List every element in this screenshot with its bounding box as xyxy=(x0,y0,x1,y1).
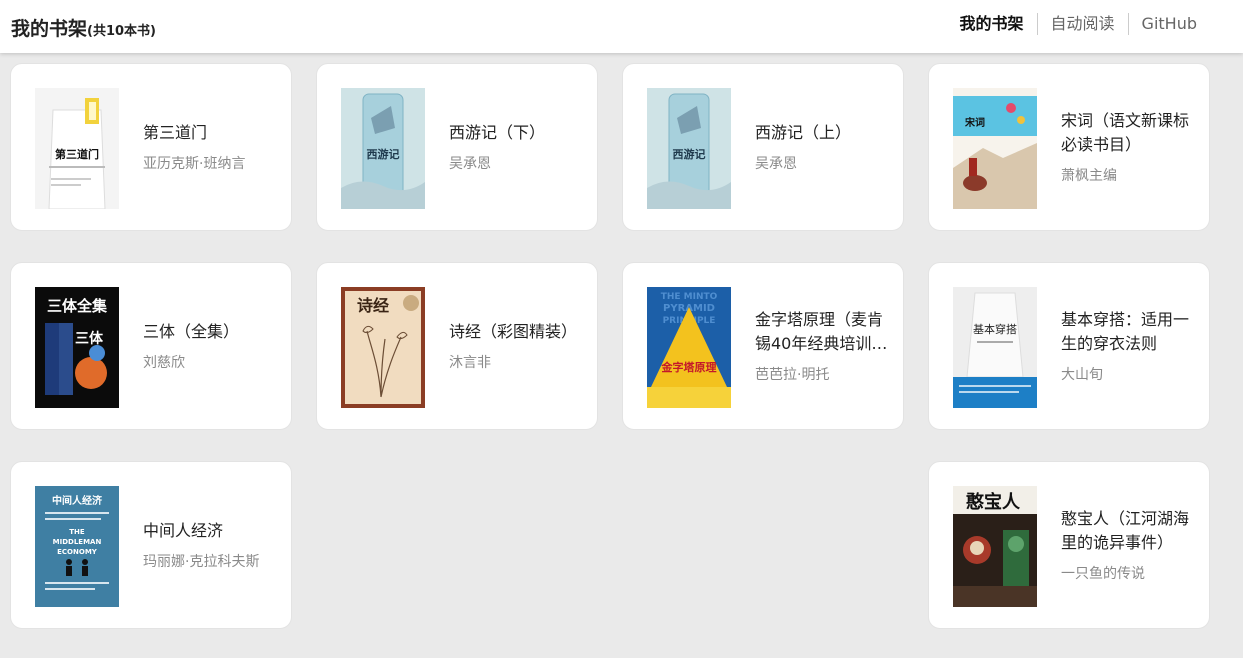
nav-github-link[interactable]: GitHub xyxy=(1127,13,1210,35)
journey-west-cover-icon[interactable]: 西游记 xyxy=(647,88,731,209)
nav-auto-read-link[interactable]: 自动阅读 xyxy=(1036,13,1128,35)
book-author: 刘慈欣 xyxy=(143,354,185,371)
book-title: 西游记（上） xyxy=(755,122,852,142)
book-title: 西游记（下） xyxy=(449,122,546,142)
cover-english-line1: THE MINTO xyxy=(661,292,718,302)
top-navbar: 我的书架(共10本书) 我的书架 自动阅读 GitHub xyxy=(0,0,1243,53)
book-author: 亚历克斯·班纳言 xyxy=(143,155,246,172)
page-title: 我的书架(共10本书) xyxy=(11,14,156,41)
book-title: 中间人经济 xyxy=(143,520,224,540)
book-title: 诗经（彩图精装） xyxy=(449,321,578,341)
book-author: 玛丽娜·克拉科夫斯 xyxy=(143,553,260,570)
book-card[interactable]: 三体全集 三体 三体（全集） 刘慈欣 xyxy=(10,262,292,430)
book-card[interactable]: 基本穿搭 基本穿搭：适用一生的穿衣法则 大山旬 xyxy=(928,262,1210,430)
book-author: 萧枫主编 xyxy=(1061,167,1117,184)
cover-title-text: 宋词 xyxy=(964,116,985,129)
cover-title-text: 西游记 xyxy=(673,147,706,161)
cover-english-line1: THE xyxy=(69,528,85,536)
third-door-cover-icon[interactable]: 第三道门 xyxy=(35,88,119,209)
book-card[interactable]: 西游记 西游记（下） 吴承恩 xyxy=(316,63,598,231)
book-card[interactable]: THE MINTO PYRAMID PRINCIPLE 金字塔原理 金字塔原理（… xyxy=(622,262,904,430)
cover-english-line2: MIDDLEMAN xyxy=(53,538,102,546)
cover-title-text: 三体全集 xyxy=(47,297,108,315)
book-title: 基本穿搭：适用一生的穿衣法则 xyxy=(1061,309,1190,353)
book-card[interactable]: 第三道门 第三道门 亚历克斯·班纳言 xyxy=(10,63,292,231)
book-card[interactable]: 憨宝人 憨宝人（江河湖海里的诡异事件） 一只鱼的传说 xyxy=(928,461,1210,629)
bookshelf-title: 我的书架 xyxy=(11,18,88,40)
cover-title-text: 憨宝人 xyxy=(966,491,1021,513)
book-title: 憨宝人（江河湖海里的诡异事件） xyxy=(1061,508,1190,552)
book-card[interactable]: 西游记 西游记（上） 吴承恩 xyxy=(622,63,904,231)
middleman-economy-cover-icon[interactable]: 中间人经济 THE MIDDLEMAN ECONOMY xyxy=(35,486,119,607)
cover-title-text: 中间人经济 xyxy=(52,494,103,507)
book-title: 三体（全集） xyxy=(143,321,240,341)
book-title: 金字塔原理（麦肯锡40年经典培训教材） xyxy=(755,309,888,353)
book-author: 吴承恩 xyxy=(755,155,797,172)
book-author: 芭芭拉·明托 xyxy=(755,366,830,383)
book-title: 第三道门 xyxy=(143,122,208,142)
journey-west-cover-icon[interactable]: 西游记 xyxy=(341,88,425,209)
cover-title-text: 第三道门 xyxy=(55,147,99,161)
book-card[interactable]: 诗经 诗经（彩图精装） 沐言非 xyxy=(316,262,598,430)
cover-title-text: 基本穿搭 xyxy=(973,322,1017,336)
book-count: (共10本书) xyxy=(87,24,156,39)
shijing-cover-icon[interactable]: 诗经 xyxy=(341,287,425,408)
top-nav: 我的书架 自动阅读 GitHub xyxy=(947,13,1210,35)
three-body-cover-icon[interactable]: 三体全集 三体 xyxy=(35,287,119,408)
book-card[interactable]: 宋词 宋词（语文新课标必读书目） 萧枫主编 xyxy=(928,63,1210,231)
cover-title-text: 金字塔原理 xyxy=(661,360,717,374)
book-author: 吴承恩 xyxy=(449,155,491,172)
book-author: 一只鱼的传说 xyxy=(1061,565,1145,582)
pyramid-principle-cover-icon[interactable]: THE MINTO PYRAMID PRINCIPLE 金字塔原理 xyxy=(647,287,731,408)
book-title: 宋词（语文新课标必读书目） xyxy=(1061,110,1190,154)
nav-bookshelf-link[interactable]: 我的书架 xyxy=(947,13,1037,35)
cover-subtitle-text: 三体 xyxy=(75,330,104,347)
hanbaoren-cover-icon[interactable]: 憨宝人 xyxy=(953,486,1037,607)
cover-english-line3: ECONOMY xyxy=(57,548,98,556)
cover-title-text: 诗经 xyxy=(357,296,389,315)
song-ci-cover-icon[interactable]: 宋词 xyxy=(953,88,1037,209)
cover-title-text: 西游记 xyxy=(367,147,400,161)
book-author: 沐言非 xyxy=(449,354,491,371)
book-author: 大山旬 xyxy=(1061,366,1103,383)
book-card[interactable]: 中间人经济 THE MIDDLEMAN ECONOMY 中间人经济 玛丽娜·克拉… xyxy=(10,461,292,629)
basic-outfit-cover-icon[interactable]: 基本穿搭 xyxy=(953,287,1037,408)
